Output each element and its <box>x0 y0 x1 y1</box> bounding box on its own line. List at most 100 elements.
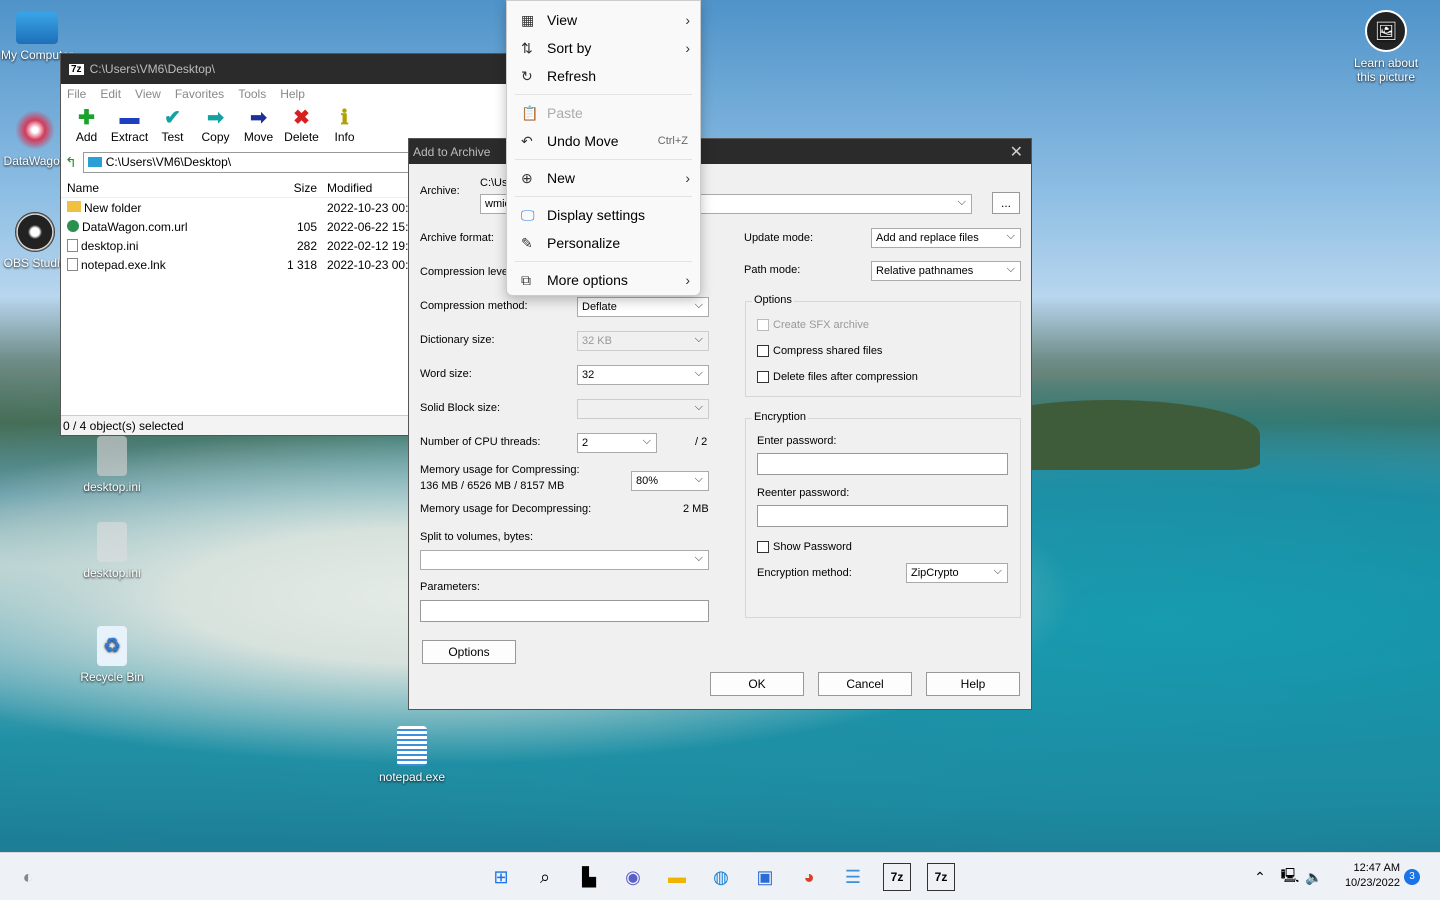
path-mode-value: Relative pathnames <box>876 265 974 277</box>
menu-item-display-settings[interactable]: 🖵 Display settings <box>507 202 702 228</box>
clock[interactable]: 12:47 AM 10/23/2022 <box>1330 861 1400 891</box>
sevenzip-taskbar-icon-1[interactable]: 7z <box>883 863 911 891</box>
options-button-label: Options <box>448 645 490 659</box>
volume-icon[interactable]: 🔈 <box>1300 863 1328 891</box>
delete-x-icon: ✖ <box>293 107 310 129</box>
encryption-method-value: ZipCrypto <box>911 567 959 579</box>
path-mode-label: Path mode: <box>744 264 801 276</box>
delete-button[interactable]: ✖ Delete <box>280 104 323 150</box>
column-name[interactable]: Name <box>61 181 221 195</box>
move-arrow-icon: ➡ <box>250 107 267 129</box>
ini-file-icon <box>97 436 127 476</box>
recycle-bin-icon: ♻ <box>97 626 127 666</box>
enter-password-label: Enter password: <box>757 435 837 447</box>
word-size-combo[interactable]: 32 <box>577 365 709 385</box>
checkbox-label: Compress shared files <box>773 345 883 357</box>
file-explorer-icon[interactable]: ▬ <box>663 863 691 891</box>
compression-method-label: Compression method: <box>420 300 528 312</box>
sevenzip-label: 7z <box>890 870 904 884</box>
column-modified[interactable]: Modified <box>321 181 421 195</box>
up-folder-icon[interactable]: ↰ <box>65 154 77 171</box>
close-icon[interactable]: ✕ <box>1010 142 1023 162</box>
taskbar: ◐ ⊞ ⌕ ▙ ◉ ▬ ◍ ▣ ◕ ☰ 7z 7z ⌃ 🖳 🔈 12:47 AM… <box>0 852 1440 900</box>
sevenzip-taskbar-icon-2[interactable]: 7z <box>927 863 955 891</box>
move-button[interactable]: ➡ Move <box>237 104 280 150</box>
menu-item-more-options[interactable]: ⧉ More options › <box>507 267 702 293</box>
cpu-threads-label: Number of CPU threads: <box>420 436 541 448</box>
test-button[interactable]: ✔ Test <box>151 104 194 150</box>
compress-shared-checkbox[interactable]: Compress shared files <box>757 345 882 357</box>
search-icon[interactable]: ⌕ <box>531 863 559 891</box>
reenter-password-input[interactable] <box>757 505 1008 527</box>
chevron-up-icon[interactable]: ⌃ <box>1246 863 1274 891</box>
menu-file[interactable]: File <box>67 87 86 101</box>
sevenzip-label: 7z <box>934 870 948 884</box>
compression-method-value: Deflate <box>582 301 617 313</box>
desktop-context-menu: ▦ View › ⇅ Sort by › ↻ Refresh 📋 Paste ↶ Undo M… <box>506 0 701 296</box>
menu-item-undo-move[interactable]: ↶ Undo Move Ctrl+Z <box>507 128 702 154</box>
menu-tools[interactable]: Tools <box>238 87 266 101</box>
store-icon[interactable]: ▣ <box>751 863 779 891</box>
menu-view[interactable]: View <box>135 87 161 101</box>
options-button[interactable]: Options <box>422 640 516 664</box>
cpu-threads-combo[interactable]: 2 <box>577 433 657 453</box>
dictionary-combo[interactable]: 32 KB <box>577 331 709 351</box>
column-size[interactable]: Size <box>221 181 321 195</box>
browse-button[interactable]: ... <box>992 192 1020 214</box>
help-label: Help <box>960 677 986 691</box>
password-input[interactable] <box>757 453 1008 475</box>
cancel-button[interactable]: Cancel <box>818 672 912 696</box>
menu-item-paste[interactable]: 📋 Paste <box>507 100 702 126</box>
desktop-icon-notepad[interactable]: notepad.exe <box>372 726 452 784</box>
desktop-icon-recycle-bin[interactable]: ♻ Recycle Bin <box>72 626 152 684</box>
menu-item-label: New <box>547 170 576 186</box>
learn-about-picture[interactable]: 🖼 Learn about this picture <box>1346 10 1426 84</box>
ok-button[interactable]: OK <box>710 672 804 696</box>
reenter-password-label: Reenter password: <box>757 487 850 499</box>
obs-icon <box>15 212 55 252</box>
menu-favorites[interactable]: Favorites <box>175 87 224 101</box>
start-icon[interactable]: ⊞ <box>487 863 515 891</box>
weather-icon[interactable]: ◐ <box>14 863 42 891</box>
parameters-input[interactable] <box>420 600 709 622</box>
info-button[interactable]: ℹ Info <box>323 104 366 150</box>
undo-icon: ↶ <box>521 132 533 149</box>
menu-help[interactable]: Help <box>280 87 305 101</box>
desktop-icon-desktop-ini-1[interactable]: desktop.ini <box>72 436 152 494</box>
desktop-icon-desktop-ini-2[interactable]: desktop.ini <box>72 522 152 580</box>
help-button[interactable]: Help <box>926 672 1020 696</box>
file-manager-titlebar[interactable]: 7z C:\Users\VM6\Desktop\ <box>61 54 509 84</box>
update-mode-combo[interactable]: Add and replace files <box>871 228 1021 248</box>
delete-after-checkbox[interactable]: Delete files after compression <box>757 371 918 383</box>
compression-method-combo[interactable]: Deflate <box>577 297 709 317</box>
edge-icon[interactable]: ◍ <box>707 863 735 891</box>
solid-block-combo[interactable] <box>577 399 709 419</box>
path-mode-combo[interactable]: Relative pathnames <box>871 261 1021 281</box>
word-size-label: Word size: <box>420 368 472 380</box>
checkbox-box <box>757 345 769 357</box>
menu-item-refresh[interactable]: ↻ Refresh <box>507 63 702 89</box>
learn-about-label: Learn about this picture <box>1353 56 1419 84</box>
split-volumes-combo[interactable] <box>420 550 709 570</box>
task-view-icon[interactable]: ▙ <box>575 863 603 891</box>
chrome-icon[interactable]: ◕ <box>795 863 823 891</box>
chat-icon[interactable]: ◉ <box>619 863 647 891</box>
menu-item-view[interactable]: ▦ View › <box>507 7 702 33</box>
show-password-checkbox[interactable]: Show Password <box>757 541 852 553</box>
mem-percent-combo[interactable]: 80% <box>631 471 709 491</box>
encryption-method-combo[interactable]: ZipCrypto <box>906 563 1008 583</box>
dialog-titlebar[interactable]: Add to Archive ✕ <box>409 139 1031 164</box>
create-sfx-checkbox[interactable]: Create SFX archive <box>757 319 869 331</box>
menu-edit[interactable]: Edit <box>100 87 121 101</box>
menu-item-sort-by[interactable]: ⇅ Sort by › <box>507 35 702 61</box>
extract-button[interactable]: ▬ Extract <box>108 104 151 150</box>
checkbox-label: Create SFX archive <box>773 319 869 331</box>
tool-label: Test <box>161 130 184 144</box>
copy-button[interactable]: ➡ Copy <box>194 104 237 150</box>
desktop-icon-label: desktop.ini <box>83 566 141 580</box>
notepad-taskbar-icon[interactable]: ☰ <box>839 863 867 891</box>
menu-item-personalize[interactable]: ✎ Personalize <box>507 230 702 256</box>
add-button[interactable]: ✚ Add <box>65 104 108 150</box>
notification-badge[interactable]: 3 <box>1404 869 1420 885</box>
menu-item-new[interactable]: ⊕ New › <box>507 165 702 191</box>
